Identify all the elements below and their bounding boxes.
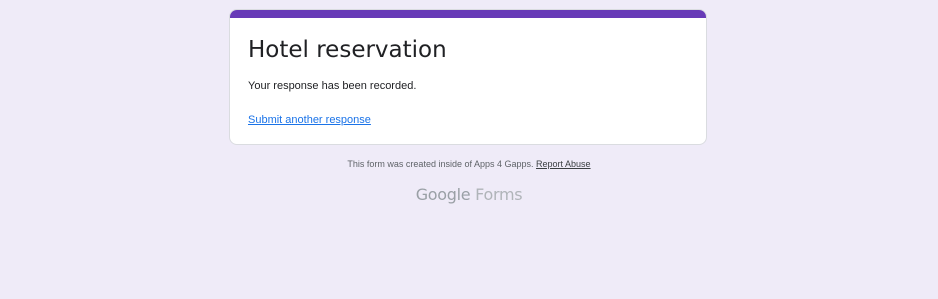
brand-forms-text: Forms	[475, 185, 523, 204]
report-abuse-link[interactable]: Report Abuse	[536, 159, 591, 169]
brand-google-text: Google	[415, 185, 476, 204]
confirmation-message: Your response has been recorded.	[248, 80, 417, 92]
submit-another-response-link[interactable]: Submit another response	[248, 114, 371, 126]
form-title: Hotel reservation	[248, 37, 447, 63]
card-accent-bar	[230, 10, 706, 18]
footer-note-text: This form was created inside of Apps 4 G…	[347, 159, 537, 169]
footer-note: This form was created inside of Apps 4 G…	[0, 159, 938, 169]
form-card: Hotel reservation Your response has been…	[229, 9, 707, 145]
google-forms-logo[interactable]: Google Forms	[0, 185, 938, 204]
